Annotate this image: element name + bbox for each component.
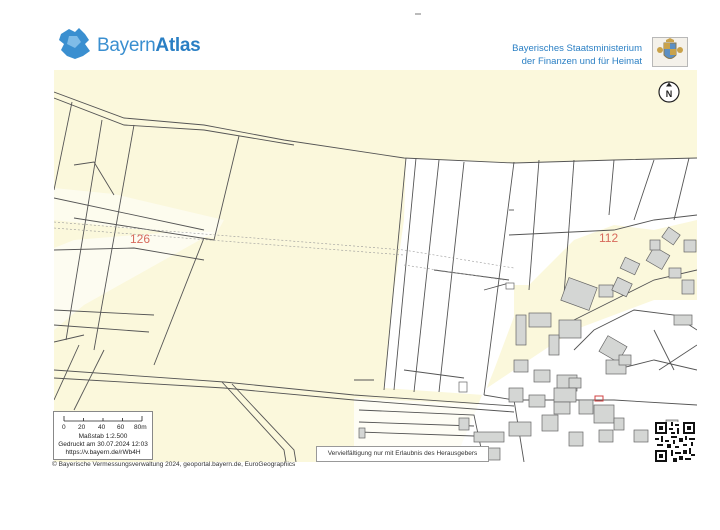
ministry-name: Bayerisches Staatsministerium der Finanz… [512,42,642,68]
north-label: N [666,89,673,99]
reproduction-notice: Vervielfältigung nur mit Erlaubnis des H… [316,446,489,462]
scale-ruler [63,416,143,422]
parcel-number-112: 112 [599,231,619,245]
header: BayernAtlas Bayerisches Staatsministeriu… [0,0,720,70]
print-date: Gedruckt am 30.07.2024 12:03 [58,441,148,448]
coat-of-arms-icon [652,37,688,67]
scale-tick: 80m [134,424,147,431]
map-graphics [54,70,697,462]
ministry-line-2: der Finanzen und für Heimat [521,56,642,67]
scale-text: Maßstab 1:2.500 [78,433,128,440]
scale-tick: 40 [98,424,106,431]
scale-tick: 60 [117,424,125,431]
short-url[interactable]: https://v.bayern.de/rWb4H [54,449,152,456]
scale-tick: 20 [78,424,86,431]
cadastral-map[interactable] [54,70,697,462]
parcel-number-126: 126 [130,232,151,246]
north-arrow-icon: N [658,81,680,103]
scale-bar: 0 20 40 60 80m Maßstab 1:2.500 Gedruckt … [53,411,153,460]
bavaria-map-icon [59,28,90,59]
bayernatlas-logo[interactable]: BayernAtlas [55,26,215,66]
scale-tick: 0 [62,424,66,431]
logo-text: BayernAtlas [97,35,201,56]
qr-code-icon[interactable] [655,422,695,462]
ministry-line-1: Bayerisches Staatsministerium [512,43,642,54]
copyright-notice: © Bayerische Vermessungsverwaltung 2024,… [52,461,296,468]
